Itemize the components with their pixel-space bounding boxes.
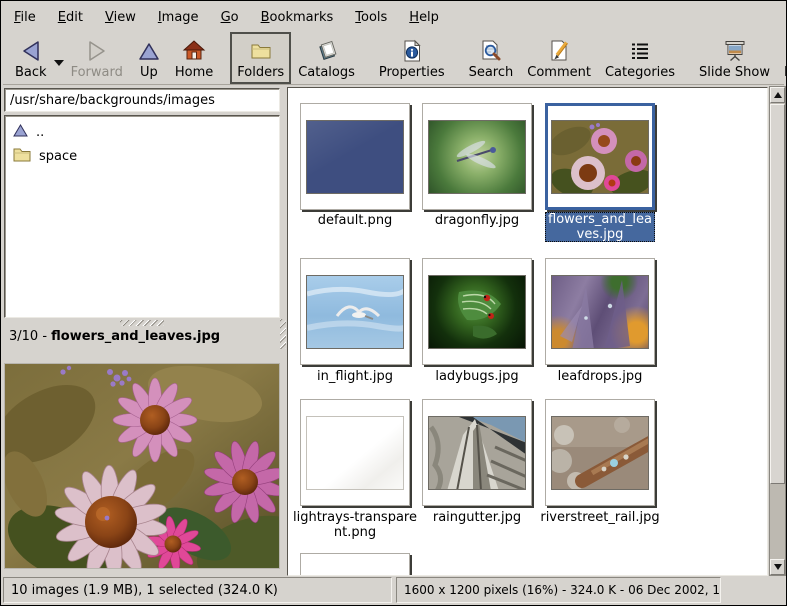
thumbnail-ladybugs[interactable]: [422, 258, 532, 365]
thumb-image: [428, 416, 526, 490]
horizontal-splitter[interactable]: [4, 319, 280, 327]
folder-icon: [249, 38, 273, 64]
thumb-image: [551, 275, 649, 349]
list-icon: [628, 38, 652, 64]
folder-item-space[interactable]: space: [7, 144, 277, 168]
statusbar-image-info: 1600 x 1200 pixels (16%) - 324.0 K - 06 …: [396, 577, 721, 603]
thumb-image: [306, 275, 404, 349]
up-icon: [137, 38, 161, 64]
back-icon: [19, 38, 43, 64]
menu-go[interactable]: Go: [210, 5, 250, 30]
back-history-dropdown[interactable]: [54, 42, 64, 84]
thumbnail-raingutter[interactable]: [422, 399, 532, 506]
thumbnail-label[interactable]: in_flight.jpg: [293, 369, 417, 384]
scroll-up-button[interactable]: [770, 87, 785, 103]
slideshow-button[interactable]: Slide Show: [692, 32, 777, 84]
catalogs-button[interactable]: Catalogs: [291, 32, 362, 84]
thumbnail-riverstreet-rail[interactable]: [545, 399, 655, 506]
location-input[interactable]: [4, 88, 280, 112]
thumbnail-label[interactable]: dragonfly.jpg: [415, 213, 539, 228]
comment-pencil-icon: [547, 38, 571, 64]
thumbnail-lightrays[interactable]: [300, 399, 410, 506]
back-button[interactable]: Back: [8, 32, 54, 84]
vertical-splitter[interactable]: [280, 87, 287, 576]
categories-button[interactable]: Categories: [598, 32, 682, 84]
thumbnail-flowers-selected[interactable]: [545, 103, 655, 210]
arrow-down-icon: [774, 564, 782, 570]
thumb-image: [428, 120, 526, 194]
thumbnail-label[interactable]: leafdrops.jpg: [538, 369, 662, 384]
image-position-status: 3/10 - flowers_and_leaves.jpg: [9, 329, 275, 349]
info-document-icon: [400, 38, 424, 64]
chevron-down-icon: [54, 60, 64, 66]
image-preview: [4, 363, 280, 569]
toolbar: Back Forward Up Home: [3, 32, 784, 85]
arrow-up-icon: [774, 92, 782, 98]
thumbnail-label[interactable]: default.png: [293, 213, 417, 228]
thumbnail-default[interactable]: [300, 103, 410, 210]
thumb-image: [551, 416, 649, 490]
splitter-grip: [120, 320, 164, 326]
menu-image[interactable]: Image: [147, 5, 210, 30]
menu-view[interactable]: View: [94, 5, 147, 30]
current-filename: flowers_and_leaves.jpg: [51, 329, 220, 344]
menubar: File Edit View Image Go Bookmarks Tools …: [3, 3, 784, 31]
thumbnail-in-flight[interactable]: [300, 258, 410, 365]
splitter-grip: [280, 319, 286, 349]
thumbnail-leafdrops[interactable]: [545, 258, 655, 365]
gthumb-window: File Edit View Image Go Bookmarks Tools …: [0, 0, 787, 606]
home-icon: [182, 38, 206, 64]
statusbar-filler: [725, 577, 784, 603]
search-button[interactable]: Search: [462, 32, 521, 84]
forward-button[interactable]: Forward: [64, 32, 130, 84]
thumbnail-label[interactable]: ladybugs.jpg: [415, 369, 539, 384]
folder-icon: [13, 147, 31, 166]
menu-help[interactable]: Help: [398, 5, 450, 30]
folders-button[interactable]: Folders: [230, 32, 291, 84]
properties-button[interactable]: Properties: [372, 32, 452, 84]
folder-list: .. space: [4, 115, 280, 318]
projector-screen-icon: [723, 38, 747, 64]
thumbnail-label[interactable]: raingutter.jpg: [415, 510, 539, 525]
comment-button[interactable]: Comment: [520, 32, 598, 84]
thumbnail-dragonfly[interactable]: [422, 103, 532, 210]
sidebar: .. space 3/10 - flowers_and_leaves.jpg: [4, 87, 280, 576]
thumbnail-partial[interactable]: [300, 553, 410, 576]
thumb-image: [306, 120, 404, 194]
book-icon: [315, 38, 339, 64]
home-button[interactable]: Home: [168, 32, 220, 84]
thumbnail-browser: default.png dragonfly.jpg: [287, 87, 768, 576]
statusbar: 10 images (1.9 MB), 1 selected (324.0 K)…: [3, 577, 784, 603]
thumbnail-label-selected[interactable]: flowers_and_leaves.jpg: [545, 212, 655, 242]
thumb-image: [306, 416, 404, 490]
fullscreen-button[interactable]: Full Screen: [777, 32, 787, 84]
thumb-image: [551, 120, 649, 194]
search-icon: [479, 38, 503, 64]
menu-file[interactable]: File: [3, 5, 47, 30]
scrollbar-thumb[interactable]: [770, 104, 785, 484]
folder-item-parent[interactable]: ..: [7, 120, 277, 144]
menu-edit[interactable]: Edit: [47, 5, 94, 30]
menu-tools[interactable]: Tools: [344, 5, 398, 30]
up-directory-icon: [13, 124, 28, 141]
scroll-down-button[interactable]: [770, 559, 785, 575]
statusbar-files-info: 10 images (1.9 MB), 1 selected (324.0 K): [3, 577, 392, 603]
up-button[interactable]: Up: [130, 32, 168, 84]
forward-icon: [85, 38, 109, 64]
thumbnail-label[interactable]: riverstreet_rail.jpg: [538, 510, 662, 525]
menu-bookmarks[interactable]: Bookmarks: [250, 5, 345, 30]
thumbnail-label[interactable]: lightrays-transparent.png: [293, 510, 417, 540]
vertical-scrollbar[interactable]: [769, 86, 786, 576]
thumb-image: [428, 275, 526, 349]
